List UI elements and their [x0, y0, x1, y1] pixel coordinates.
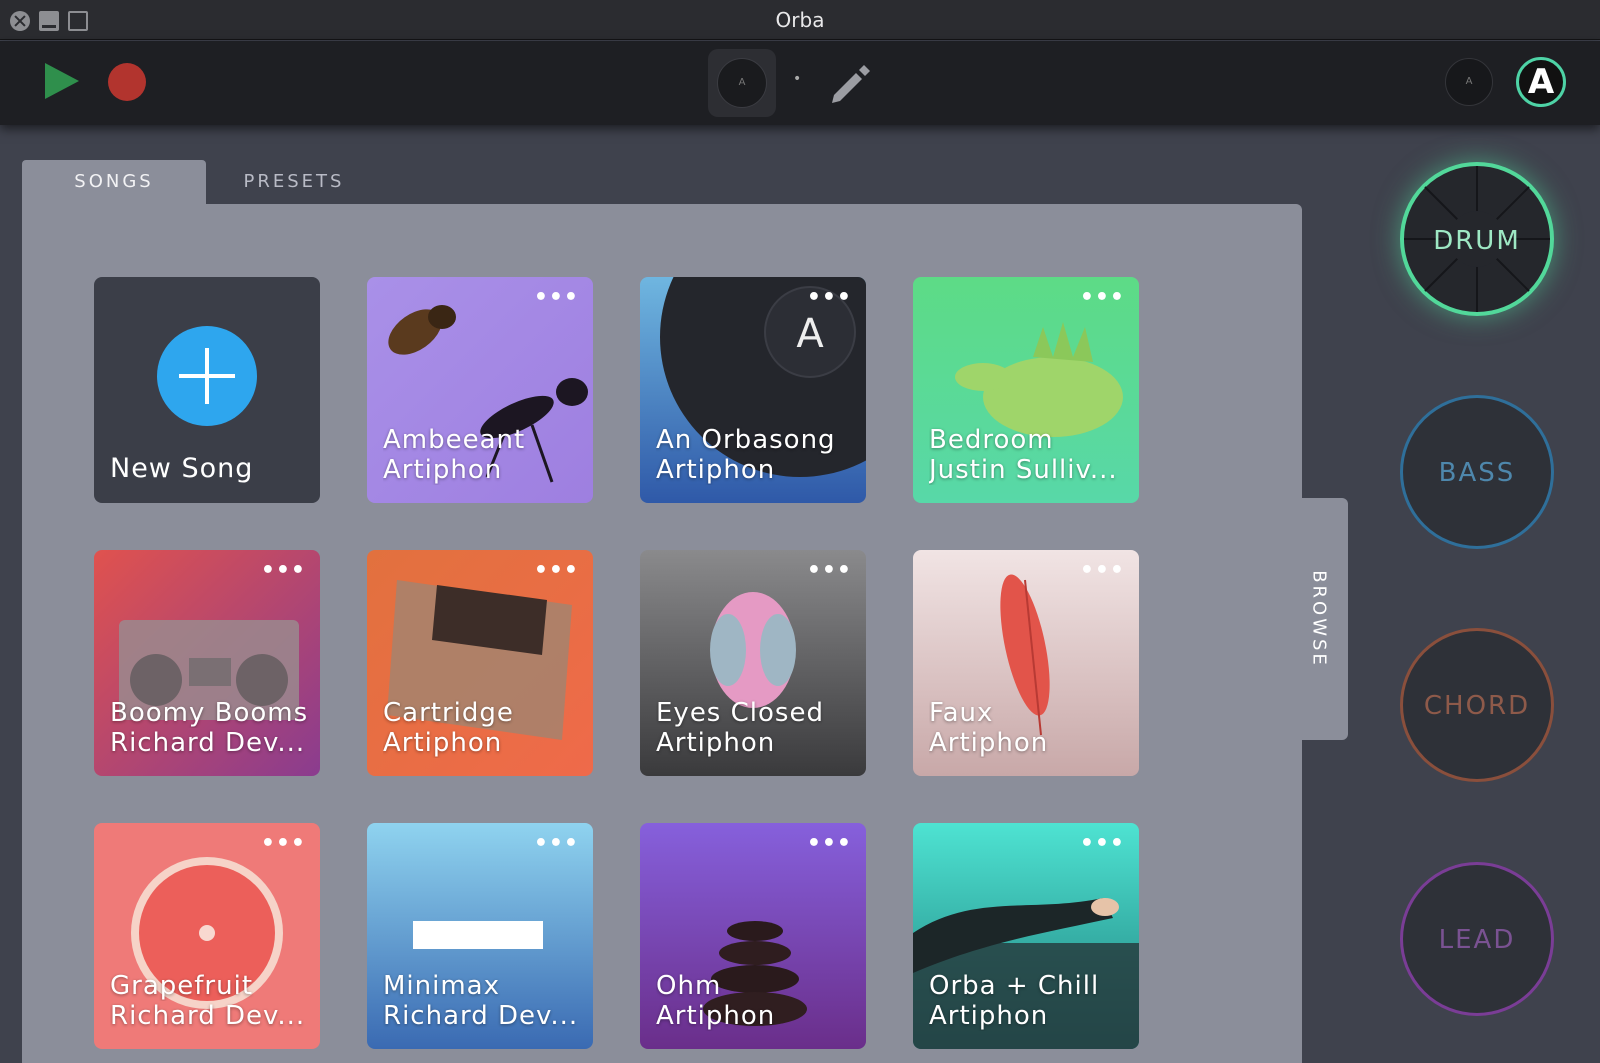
- song-card[interactable]: ••• Bedroom Justin Sulliv...: [913, 277, 1139, 503]
- songs-panel: New Song ••• Ambeeant Artiphon A ••• An …: [22, 204, 1302, 1063]
- pencil-icon[interactable]: [826, 57, 876, 107]
- orba-window: Orba A • A A SONGS PRESETS New Song ••• …: [0, 0, 1600, 1063]
- more-options-icon[interactable]: •••: [261, 831, 306, 856]
- toolbar: A • A A: [0, 41, 1600, 125]
- song-author: Artiphon: [656, 455, 776, 485]
- song-name: Orba + Chill: [929, 971, 1100, 1001]
- orba-device-icon: A: [717, 58, 767, 108]
- song-card[interactable]: ••• Grapefruit Richard Dev...: [94, 823, 320, 1049]
- more-options-icon[interactable]: •••: [1080, 558, 1125, 583]
- title-bar: Orba: [0, 0, 1600, 40]
- song-card[interactable]: ••• Boomy Booms Richard Dev...: [94, 550, 320, 776]
- browse-label: BROWSE: [1308, 570, 1330, 668]
- song-author: Artiphon: [656, 1001, 776, 1031]
- song-card[interactable]: ••• Minimax Richard Dev...: [367, 823, 593, 1049]
- svg-text:A: A: [796, 311, 824, 357]
- more-options-icon[interactable]: •••: [807, 285, 852, 310]
- song-card[interactable]: ••• Ohm Artiphon: [640, 823, 866, 1049]
- device-button[interactable]: A: [708, 49, 776, 117]
- song-card[interactable]: ••• Eyes Closed Artiphon: [640, 550, 866, 776]
- lead-mode-button[interactable]: LEAD: [1400, 862, 1554, 1016]
- song-name: Faux: [929, 698, 994, 728]
- song-author: Artiphon: [383, 455, 503, 485]
- song-name: Ambeeant: [383, 425, 526, 455]
- maximize-window-icon[interactable]: [68, 11, 88, 31]
- song-author: Richard Dev...: [383, 1001, 579, 1031]
- song-name: Minimax: [383, 971, 501, 1001]
- tab-songs[interactable]: SONGS: [22, 160, 206, 204]
- song-card[interactable]: A ••• An Orbasong Artiphon: [640, 277, 866, 503]
- close-window-icon[interactable]: [10, 11, 30, 31]
- minimize-window-icon[interactable]: [39, 11, 59, 31]
- more-options-icon[interactable]: •••: [534, 285, 579, 310]
- song-card[interactable]: ••• Faux Artiphon: [913, 550, 1139, 776]
- song-author: Justin Sulliv...: [929, 455, 1118, 485]
- more-options-icon[interactable]: •••: [1080, 285, 1125, 310]
- bass-mode-button[interactable]: BASS: [1400, 395, 1554, 549]
- tab-presets[interactable]: PRESETS: [214, 160, 374, 204]
- song-name: Bedroom: [929, 425, 1054, 455]
- window-title: Orba: [775, 8, 825, 32]
- more-options-icon[interactable]: •••: [534, 831, 579, 856]
- chord-mode-button[interactable]: CHORD: [1400, 628, 1554, 782]
- more-options-icon[interactable]: •••: [534, 558, 579, 583]
- more-options-icon[interactable]: •••: [807, 558, 852, 583]
- drum-mode-button[interactable]: DRUM: [1400, 162, 1554, 316]
- song-name: Grapefruit: [110, 971, 254, 1001]
- song-name: Boomy Booms: [110, 698, 309, 728]
- new-song-label: New Song: [110, 453, 254, 484]
- settings-knob-icon[interactable]: A: [1445, 58, 1493, 106]
- more-options-icon[interactable]: •••: [807, 831, 852, 856]
- new-song-card[interactable]: New Song: [94, 277, 320, 503]
- more-options-icon[interactable]: •••: [1080, 831, 1125, 856]
- song-author: Richard Dev...: [110, 728, 306, 758]
- song-author: Richard Dev...: [110, 1001, 306, 1031]
- browse-tab[interactable]: BROWSE: [1290, 498, 1348, 740]
- song-card[interactable]: ••• Ambeeant Artiphon: [367, 277, 593, 503]
- song-card[interactable]: ••• Cartridge Artiphon: [367, 550, 593, 776]
- song-author: Artiphon: [383, 728, 503, 758]
- song-name: An Orbasong: [656, 425, 836, 455]
- song-author: Artiphon: [929, 728, 1049, 758]
- song-author: Artiphon: [929, 1001, 1049, 1031]
- song-card[interactable]: ••• Orba + Chill Artiphon: [913, 823, 1139, 1049]
- record-icon[interactable]: [108, 63, 146, 101]
- plus-icon: [157, 326, 257, 426]
- more-options-icon[interactable]: •••: [261, 558, 306, 583]
- separator-dot-icon: •: [793, 71, 802, 87]
- song-name: Ohm: [656, 971, 722, 1001]
- account-avatar[interactable]: A: [1516, 57, 1566, 107]
- play-icon[interactable]: [45, 63, 79, 99]
- song-name: Eyes Closed: [656, 698, 824, 728]
- drum-label: DRUM: [1433, 226, 1521, 256]
- song-author: Artiphon: [656, 728, 776, 758]
- song-name: Cartridge: [383, 698, 514, 728]
